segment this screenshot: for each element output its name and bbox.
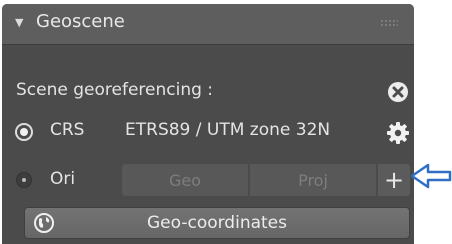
geo-coordinates-label: Geo-coordinates — [146, 213, 287, 233]
crs-settings-button[interactable] — [383, 118, 413, 148]
geoscene-panel: ▼ Geoscene Scene georeferencing : CRS ET… — [2, 4, 414, 244]
crs-value[interactable]: ETRS89 / UTM zone 32N — [125, 120, 330, 140]
close-circle-icon — [388, 82, 408, 102]
add-origin-button[interactable]: + — [378, 164, 410, 196]
ori-radio[interactable] — [16, 172, 32, 188]
triangle-down-icon[interactable]: ▼ — [15, 16, 23, 29]
arrow-left-icon — [410, 163, 452, 189]
panel-header[interactable]: ▼ Geoscene — [2, 4, 414, 45]
geo-coordinates-button[interactable]: Geo-coordinates — [24, 207, 410, 239]
georef-label: Scene georeferencing : — [16, 80, 214, 100]
gear-icon — [387, 122, 409, 144]
geo-button[interactable]: Geo — [122, 164, 248, 196]
drag-grip-icon[interactable] — [380, 19, 398, 27]
ori-label: Ori — [50, 169, 76, 189]
proj-button[interactable]: Proj — [250, 164, 376, 196]
panel-title: Geoscene — [36, 11, 125, 32]
reset-georef-button[interactable] — [383, 77, 413, 107]
crs-label: CRS — [50, 120, 85, 140]
crs-radio[interactable] — [15, 123, 33, 141]
